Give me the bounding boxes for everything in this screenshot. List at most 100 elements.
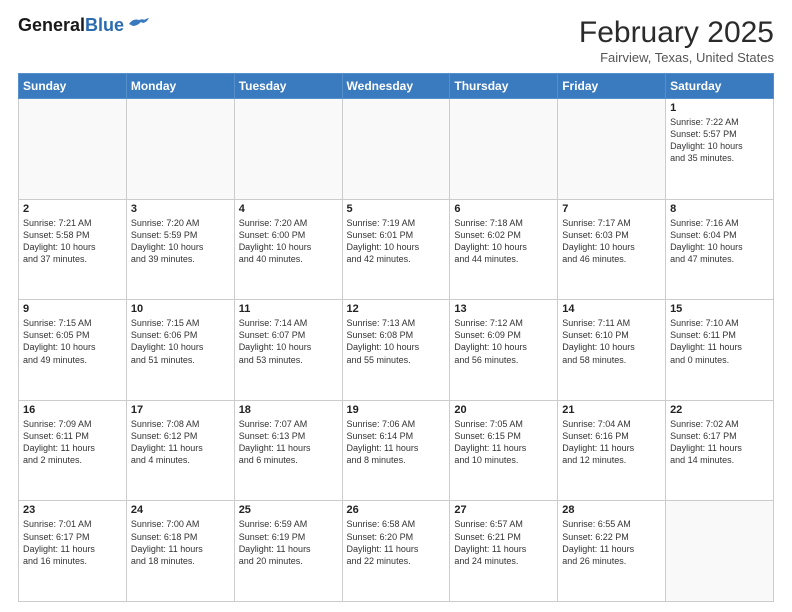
calendar-cell: 3 Sunrise: 7:20 AM Sunset: 5:59 PM Daylig…: [126, 199, 234, 300]
header: GeneralBlue February 2025 Fairview, Texa…: [18, 16, 774, 65]
weekday-header-row: Sunday Monday Tuesday Wednesday Thursday…: [19, 74, 774, 99]
calendar-cell: 25 Sunrise: 6:59 AM Sunset: 6:19 PM Dayli…: [234, 501, 342, 602]
calendar-cell: 12 Sunrise: 7:13 AM Sunset: 6:08 PM Dayli…: [342, 300, 450, 401]
logo-general: General: [18, 15, 85, 35]
header-saturday: Saturday: [666, 74, 774, 99]
calendar-cell: 27 Sunrise: 6:57 AM Sunset: 6:21 PM Dayli…: [450, 501, 558, 602]
day-info: Sunrise: 6:59 AM Sunset: 6:19 PM Dayligh…: [239, 518, 338, 567]
calendar-cell: 22 Sunrise: 7:02 AM Sunset: 6:17 PM Dayli…: [666, 400, 774, 501]
day-info: Sunrise: 7:05 AM Sunset: 6:15 PM Dayligh…: [454, 418, 553, 467]
day-number: 12: [347, 303, 446, 315]
day-number: 22: [670, 404, 769, 416]
day-number: 2: [23, 203, 122, 215]
day-info: Sunrise: 7:11 AM Sunset: 6:10 PM Dayligh…: [562, 317, 661, 366]
day-info: Sunrise: 7:18 AM Sunset: 6:02 PM Dayligh…: [454, 217, 553, 266]
day-info: Sunrise: 7:16 AM Sunset: 6:04 PM Dayligh…: [670, 217, 769, 266]
header-tuesday: Tuesday: [234, 74, 342, 99]
day-number: 27: [454, 504, 553, 516]
day-number: 20: [454, 404, 553, 416]
calendar-cell: 26 Sunrise: 6:58 AM Sunset: 6:20 PM Dayli…: [342, 501, 450, 602]
calendar-week-0: 1 Sunrise: 7:22 AM Sunset: 5:57 PM Daylig…: [19, 99, 774, 200]
calendar-cell: 8 Sunrise: 7:16 AM Sunset: 6:04 PM Daylig…: [666, 199, 774, 300]
calendar-cell: 19 Sunrise: 7:06 AM Sunset: 6:14 PM Dayli…: [342, 400, 450, 501]
day-info: Sunrise: 7:20 AM Sunset: 6:00 PM Dayligh…: [239, 217, 338, 266]
calendar-cell: 18 Sunrise: 7:07 AM Sunset: 6:13 PM Dayli…: [234, 400, 342, 501]
day-info: Sunrise: 7:20 AM Sunset: 5:59 PM Dayligh…: [131, 217, 230, 266]
day-number: 18: [239, 404, 338, 416]
calendar-cell: 24 Sunrise: 7:00 AM Sunset: 6:18 PM Dayli…: [126, 501, 234, 602]
day-info: Sunrise: 7:22 AM Sunset: 5:57 PM Dayligh…: [670, 116, 769, 165]
calendar-cell: 10 Sunrise: 7:15 AM Sunset: 6:06 PM Dayli…: [126, 300, 234, 401]
calendar-cell: 28 Sunrise: 6:55 AM Sunset: 6:22 PM Dayli…: [558, 501, 666, 602]
day-info: Sunrise: 6:55 AM Sunset: 6:22 PM Dayligh…: [562, 518, 661, 567]
calendar-cell: 2 Sunrise: 7:21 AM Sunset: 5:58 PM Daylig…: [19, 199, 127, 300]
calendar-cell: 14 Sunrise: 7:11 AM Sunset: 6:10 PM Dayli…: [558, 300, 666, 401]
day-number: 3: [131, 203, 230, 215]
day-number: 14: [562, 303, 661, 315]
calendar-cell: 17Sunrise: 7:08 AM Sunset: 6:12 PM Dayli…: [126, 400, 234, 501]
day-number: 1: [670, 102, 769, 114]
calendar-cell: [666, 501, 774, 602]
header-wednesday: Wednesday: [342, 74, 450, 99]
header-thursday: Thursday: [450, 74, 558, 99]
location: Fairview, Texas, United States: [579, 50, 774, 65]
logo-text: GeneralBlue: [18, 16, 124, 36]
calendar-cell: 23Sunrise: 7:01 AM Sunset: 6:17 PM Dayli…: [19, 501, 127, 602]
header-friday: Friday: [558, 74, 666, 99]
day-number: 26: [347, 504, 446, 516]
day-info: Sunrise: 6:57 AM Sunset: 6:21 PM Dayligh…: [454, 518, 553, 567]
calendar-week-4: 23Sunrise: 7:01 AM Sunset: 6:17 PM Dayli…: [19, 501, 774, 602]
day-info: Sunrise: 7:21 AM Sunset: 5:58 PM Dayligh…: [23, 217, 122, 266]
day-number: 25: [239, 504, 338, 516]
day-info: Sunrise: 7:15 AM Sunset: 6:05 PM Dayligh…: [23, 317, 122, 366]
day-number: 17: [131, 404, 230, 416]
logo: GeneralBlue: [18, 16, 149, 36]
page: GeneralBlue February 2025 Fairview, Texa…: [0, 0, 792, 612]
day-info: Sunrise: 7:04 AM Sunset: 6:16 PM Dayligh…: [562, 418, 661, 467]
day-info: Sunrise: 7:10 AM Sunset: 6:11 PM Dayligh…: [670, 317, 769, 366]
day-info: Sunrise: 7:07 AM Sunset: 6:13 PM Dayligh…: [239, 418, 338, 467]
day-number: 10: [131, 303, 230, 315]
day-info: Sunrise: 7:14 AM Sunset: 6:07 PM Dayligh…: [239, 317, 338, 366]
day-info: Sunrise: 7:12 AM Sunset: 6:09 PM Dayligh…: [454, 317, 553, 366]
day-number: 19: [347, 404, 446, 416]
calendar-week-3: 16Sunrise: 7:09 AM Sunset: 6:11 PM Dayli…: [19, 400, 774, 501]
day-info: Sunrise: 7:06 AM Sunset: 6:14 PM Dayligh…: [347, 418, 446, 467]
calendar-cell: [558, 99, 666, 200]
calendar-cell: 21 Sunrise: 7:04 AM Sunset: 6:16 PM Dayli…: [558, 400, 666, 501]
logo-blue: Blue: [85, 15, 124, 35]
calendar-cell: [19, 99, 127, 200]
calendar-cell: [342, 99, 450, 200]
day-info: Sunrise: 7:00 AM Sunset: 6:18 PM Dayligh…: [131, 518, 230, 567]
day-info: Sunrise: 7:02 AM Sunset: 6:17 PM Dayligh…: [670, 418, 769, 467]
bird-icon: [127, 16, 149, 32]
calendar-cell: 20 Sunrise: 7:05 AM Sunset: 6:15 PM Dayli…: [450, 400, 558, 501]
day-number: 7: [562, 203, 661, 215]
header-monday: Monday: [126, 74, 234, 99]
calendar-cell: [234, 99, 342, 200]
day-number: 24: [131, 504, 230, 516]
calendar-week-1: 2 Sunrise: 7:21 AM Sunset: 5:58 PM Daylig…: [19, 199, 774, 300]
day-number: 15: [670, 303, 769, 315]
day-info: Sunrise: 6:58 AM Sunset: 6:20 PM Dayligh…: [347, 518, 446, 567]
day-number: 5: [347, 203, 446, 215]
day-info: Sunrise: 7:13 AM Sunset: 6:08 PM Dayligh…: [347, 317, 446, 366]
calendar-cell: 7Sunrise: 7:17 AM Sunset: 6:03 PM Daylig…: [558, 199, 666, 300]
month-title: February 2025: [579, 16, 774, 50]
day-number: 16: [23, 404, 122, 416]
calendar-cell: 6Sunrise: 7:18 AM Sunset: 6:02 PM Daylig…: [450, 199, 558, 300]
calendar-cell: 11Sunrise: 7:14 AM Sunset: 6:07 PM Dayli…: [234, 300, 342, 401]
calendar-week-2: 9Sunrise: 7:15 AM Sunset: 6:05 PM Daylig…: [19, 300, 774, 401]
calendar-cell: [126, 99, 234, 200]
calendar-cell: 16Sunrise: 7:09 AM Sunset: 6:11 PM Dayli…: [19, 400, 127, 501]
day-number: 23: [23, 504, 122, 516]
calendar-cell: 15 Sunrise: 7:10 AM Sunset: 6:11 PM Dayli…: [666, 300, 774, 401]
header-sunday: Sunday: [19, 74, 127, 99]
calendar-cell: 13Sunrise: 7:12 AM Sunset: 6:09 PM Dayli…: [450, 300, 558, 401]
calendar-cell: 1 Sunrise: 7:22 AM Sunset: 5:57 PM Daylig…: [666, 99, 774, 200]
day-number: 21: [562, 404, 661, 416]
calendar-cell: [450, 99, 558, 200]
day-info: Sunrise: 7:15 AM Sunset: 6:06 PM Dayligh…: [131, 317, 230, 366]
day-number: 8: [670, 203, 769, 215]
day-number: 28: [562, 504, 661, 516]
